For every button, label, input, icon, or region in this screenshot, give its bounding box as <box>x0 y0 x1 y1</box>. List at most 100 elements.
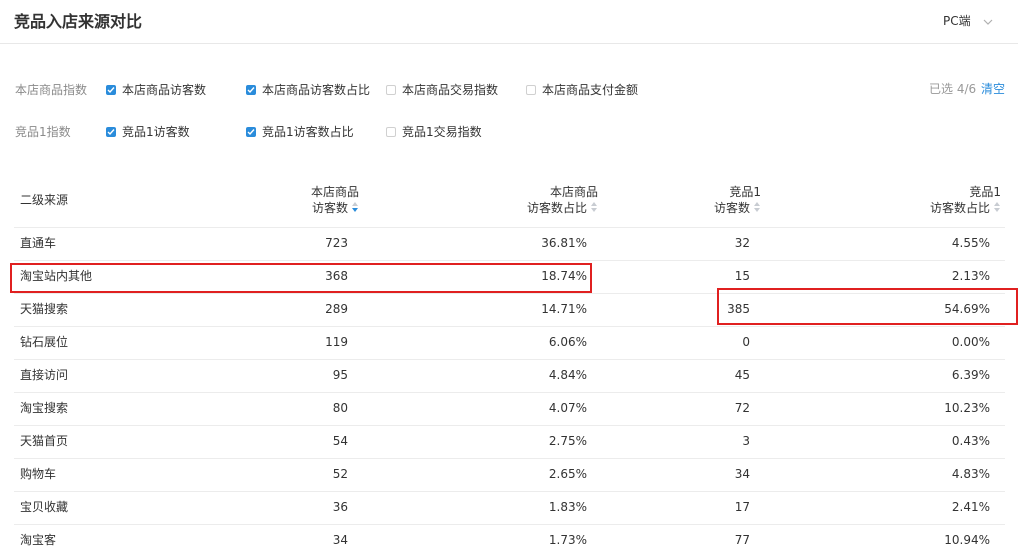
cell-source: 直通车 <box>20 236 57 250</box>
column-header-label: 访客数 <box>311 200 348 215</box>
option-label: 竞品1交易指数 <box>402 125 482 139</box>
column-header-label: 二级来源 <box>20 193 69 207</box>
column-header-competitor-visitors[interactable]: 竞品1 访客数 <box>714 172 761 227</box>
table-header: 二级来源 本店商品 访客数 本店商品 访客数占比 竞品1 访客数 竞品1 访客数… <box>14 172 1005 228</box>
option-own-visitor-share[interactable]: 本店商品访客数占比 <box>246 80 370 100</box>
page: 竞品入店来源对比 PC端 本店商品指数 本店商品访客数 本店商品访客数占比 本店… <box>0 0 1018 556</box>
column-header-label: 竞品1 <box>969 184 1001 199</box>
option-label: 本店商品访客数占比 <box>262 83 371 97</box>
option-label: 本店商品交易指数 <box>402 83 499 97</box>
cell-competitor-visitor-share: 4.55% <box>951 236 990 250</box>
column-header-own-visitors[interactable]: 本店商品 访客数 <box>311 172 359 227</box>
table-row: 钻石展位 119 6.06% 0 0.00% <box>14 327 1005 360</box>
cell-competitor-visitor-share: 10.23% <box>944 401 990 415</box>
clear-button[interactable]: 清空 <box>981 80 1005 98</box>
filter-row-label: 竞品1指数 <box>15 125 71 139</box>
checkbox-unchecked[interactable] <box>386 127 396 137</box>
cell-competitor-visitors: 0 <box>742 335 750 349</box>
option-competitor-trade-index[interactable]: 竞品1交易指数 <box>386 122 482 142</box>
checkbox-checked[interactable] <box>246 85 256 95</box>
cell-competitor-visitors: 72 <box>734 401 750 415</box>
highlight-box-competitor-row <box>717 288 1018 325</box>
cell-source: 天猫搜索 <box>20 302 69 316</box>
table-row: 直通车 723 36.81% 32 4.55% <box>14 228 1005 261</box>
cell-competitor-visitors: 32 <box>734 236 750 250</box>
table-row: 宝贝收藏 36 1.83% 17 2.41% <box>14 492 1005 525</box>
cell-own-visitors: 80 <box>332 401 348 415</box>
cell-own-visitors: 723 <box>325 236 348 250</box>
cell-own-visitors: 54 <box>332 434 348 448</box>
source-comparison-table: 二级来源 本店商品 访客数 本店商品 访客数占比 竞品1 访客数 竞品1 访客数… <box>14 172 1005 556</box>
cell-own-visitors: 36 <box>332 500 348 514</box>
selected-count: 已选 4/6 <box>929 82 977 96</box>
cell-source: 淘宝客 <box>20 533 57 547</box>
cell-own-visitor-share: 2.65% <box>548 467 587 481</box>
cell-source: 购物车 <box>20 467 57 481</box>
cell-own-visitor-share: 6.06% <box>548 335 587 349</box>
option-competitor-visitor-share[interactable]: 竞品1访客数占比 <box>246 122 354 142</box>
checkbox-unchecked[interactable] <box>386 85 396 95</box>
highlight-box-own-row <box>10 263 592 293</box>
page-title: 竞品入店来源对比 <box>14 12 143 31</box>
column-header-label: 本店商品 <box>310 184 359 199</box>
option-label: 竞品1访客数 <box>122 125 190 139</box>
sort-icon[interactable] <box>754 202 761 213</box>
column-header-competitor-visitor-share[interactable]: 竞品1 访客数占比 <box>930 172 1001 227</box>
cell-competitor-visitor-share: 0.00% <box>951 335 990 349</box>
sort-icon[interactable] <box>994 202 1001 213</box>
sort-icon[interactable] <box>352 202 359 213</box>
cell-competitor-visitor-share: 6.39% <box>951 368 990 382</box>
cell-own-visitors: 289 <box>325 302 348 316</box>
cell-own-visitors: 95 <box>332 368 348 382</box>
column-header-label: 访客数 <box>713 200 750 215</box>
panel-header: 竞品入店来源对比 PC端 <box>0 0 1018 44</box>
cell-source: 天猫首页 <box>20 434 69 448</box>
column-header-label: 本店商品 <box>549 184 598 199</box>
cell-competitor-visitor-share: 4.83% <box>951 467 990 481</box>
cell-competitor-visitors: 77 <box>734 533 750 547</box>
table-row: 购物车 52 2.65% 34 4.83% <box>14 459 1005 492</box>
filter-row-competitor: 竞品1指数 竞品1访客数 竞品1访客数占比 竞品1交易指数 <box>0 122 1018 142</box>
option-label: 本店商品访客数 <box>122 83 207 97</box>
cell-own-visitor-share: 1.73% <box>548 533 587 547</box>
cell-competitor-visitors: 3 <box>742 434 750 448</box>
cell-competitor-visitors: 45 <box>734 368 750 382</box>
device-select[interactable]: PC端 <box>943 12 993 29</box>
option-own-visitors[interactable]: 本店商品访客数 <box>106 80 206 100</box>
option-own-payment-amount[interactable]: 本店商品支付金额 <box>526 80 638 100</box>
checkbox-checked[interactable] <box>106 127 116 137</box>
column-header-label: 竞品1 <box>729 184 761 199</box>
option-competitor-visitors[interactable]: 竞品1访客数 <box>106 122 190 142</box>
option-own-trade-index[interactable]: 本店商品交易指数 <box>386 80 498 100</box>
table-row: 淘宝搜索 80 4.07% 72 10.23% <box>14 393 1005 426</box>
table-row: 淘宝客 34 1.73% 77 10.94% <box>14 525 1005 556</box>
cell-competitor-visitor-share: 0.43% <box>951 434 990 448</box>
cell-own-visitor-share: 36.81% <box>541 236 587 250</box>
filter-row-label: 本店商品指数 <box>15 83 88 97</box>
cell-competitor-visitor-share: 10.94% <box>944 533 990 547</box>
cell-own-visitor-share: 1.83% <box>548 500 587 514</box>
checkbox-checked[interactable] <box>246 127 256 137</box>
cell-source: 直接访问 <box>20 368 69 382</box>
cell-own-visitor-share: 2.75% <box>548 434 587 448</box>
checkbox-checked[interactable] <box>106 85 116 95</box>
table-row: 直接访问 95 4.84% 45 6.39% <box>14 360 1005 393</box>
column-header-own-visitor-share[interactable]: 本店商品 访客数占比 <box>527 172 598 227</box>
chevron-down-icon[interactable] <box>983 16 993 26</box>
cell-own-visitor-share: 4.07% <box>548 401 587 415</box>
column-header-source: 二级来源 <box>20 172 68 227</box>
cell-competitor-visitors: 17 <box>734 500 750 514</box>
cell-source: 钻石展位 <box>20 335 69 349</box>
cell-source: 淘宝搜索 <box>20 401 69 415</box>
option-label: 本店商品支付金额 <box>542 83 639 97</box>
option-label: 竞品1访客数占比 <box>262 125 354 139</box>
cell-competitor-visitors: 34 <box>734 467 750 481</box>
cell-competitor-visitor-share: 2.41% <box>951 500 990 514</box>
filter-row-own-product: 本店商品指数 本店商品访客数 本店商品访客数占比 本店商品交易指数 本店商品支付… <box>0 80 1018 100</box>
cell-own-visitors: 52 <box>332 467 348 481</box>
checkbox-unchecked[interactable] <box>526 85 536 95</box>
table-row: 天猫首页 54 2.75% 3 0.43% <box>14 426 1005 459</box>
device-select-value: PC端 <box>943 14 971 28</box>
sort-icon[interactable] <box>591 202 598 213</box>
column-header-label: 访客数占比 <box>526 200 587 215</box>
